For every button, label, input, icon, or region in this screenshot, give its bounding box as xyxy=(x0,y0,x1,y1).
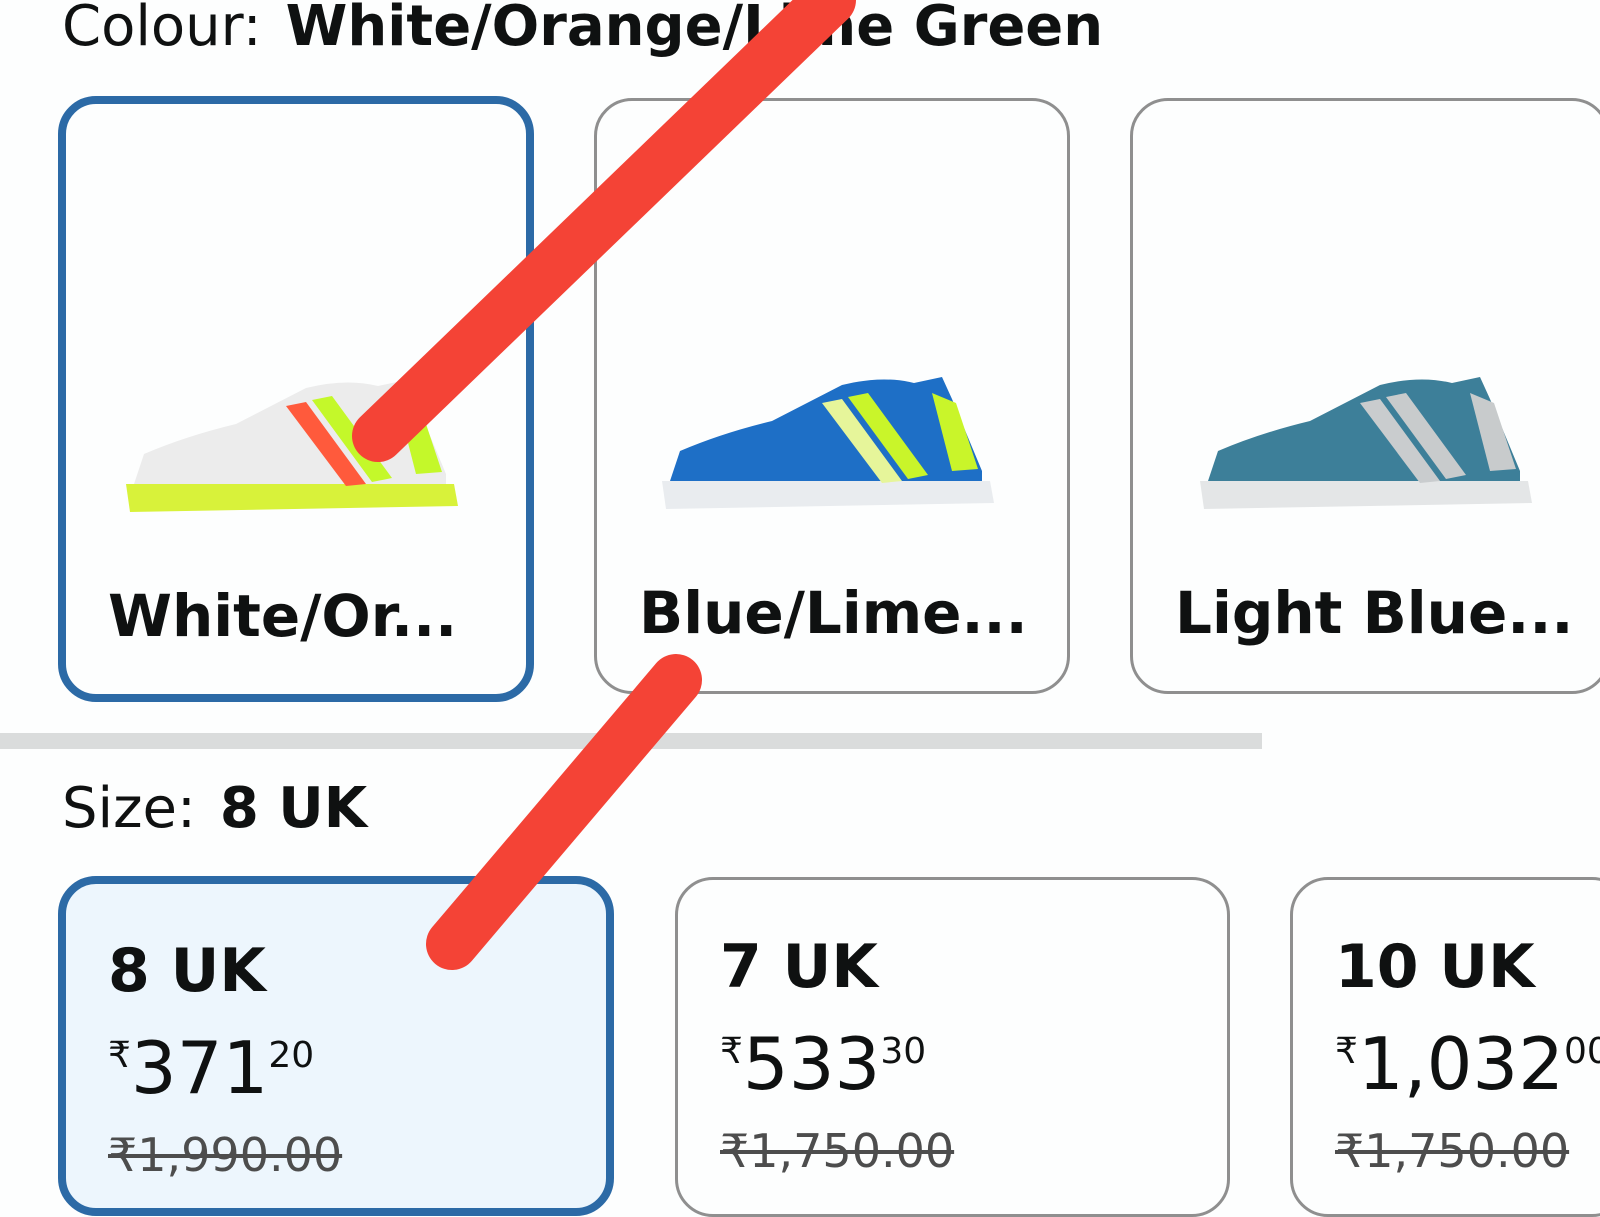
section-divider xyxy=(0,733,1262,749)
size-label: Size: xyxy=(62,776,196,841)
size-selector-label: Size: 8 UK xyxy=(62,776,367,841)
size-option-name: 7 UK xyxy=(720,932,878,1002)
shoe-white-orange-lime-icon xyxy=(126,380,458,512)
colour-option-label: Light Blue... xyxy=(1175,579,1574,647)
price-fraction: 00 xyxy=(1564,1031,1600,1072)
size-option-name: 10 UK xyxy=(1335,932,1535,1002)
size-option-mrp: ₹1,990.00 xyxy=(108,1128,343,1182)
currency-symbol: ₹ xyxy=(720,1031,743,1072)
size-option-7-uk[interactable]: 7 UK ₹53330 ₹1,750.00 xyxy=(675,877,1230,1217)
size-option-name: 8 UK xyxy=(108,936,266,1006)
colour-option-blue-lime[interactable]: Blue/Lime... xyxy=(594,98,1070,694)
size-option-mrp: ₹1,750.00 xyxy=(1335,1124,1570,1178)
size-option-8-uk[interactable]: 8 UK ₹37120 ₹1,990.00 xyxy=(58,876,614,1216)
price-fraction: 20 xyxy=(268,1035,315,1076)
currency-symbol: ₹ xyxy=(108,1035,131,1076)
selected-colour-value: White/Orange/Lime Green xyxy=(285,0,1104,59)
size-option-price: ₹53330 xyxy=(720,1028,926,1100)
colour-option-label: White/Or... xyxy=(108,582,458,650)
selected-size-value: 8 UK xyxy=(219,776,368,841)
size-option-10-uk[interactable]: 10 UK ₹1,03200 ₹1,750.00 xyxy=(1290,877,1600,1217)
colour-selector-label: Colour: White/Orange/Lime Green xyxy=(62,0,1103,59)
price-whole: 1,032 xyxy=(1357,1022,1565,1106)
size-option-mrp: ₹1,750.00 xyxy=(720,1124,955,1178)
size-option-price: ₹1,03200 xyxy=(1335,1028,1600,1100)
colour-option-light-blue[interactable]: Light Blue... xyxy=(1130,98,1600,694)
price-fraction: 30 xyxy=(880,1031,927,1072)
price-whole: 533 xyxy=(742,1022,881,1106)
currency-symbol: ₹ xyxy=(1335,1031,1358,1072)
shoe-light-blue-icon xyxy=(1200,377,1532,509)
size-option-price: ₹37120 xyxy=(108,1032,314,1104)
shoe-blue-lime-icon xyxy=(662,377,994,509)
colour-label: Colour: xyxy=(62,0,262,59)
price-whole: 371 xyxy=(130,1026,269,1110)
colour-option-label: Blue/Lime... xyxy=(639,579,1028,647)
colour-option-white-orange[interactable]: White/Or... xyxy=(58,96,534,702)
